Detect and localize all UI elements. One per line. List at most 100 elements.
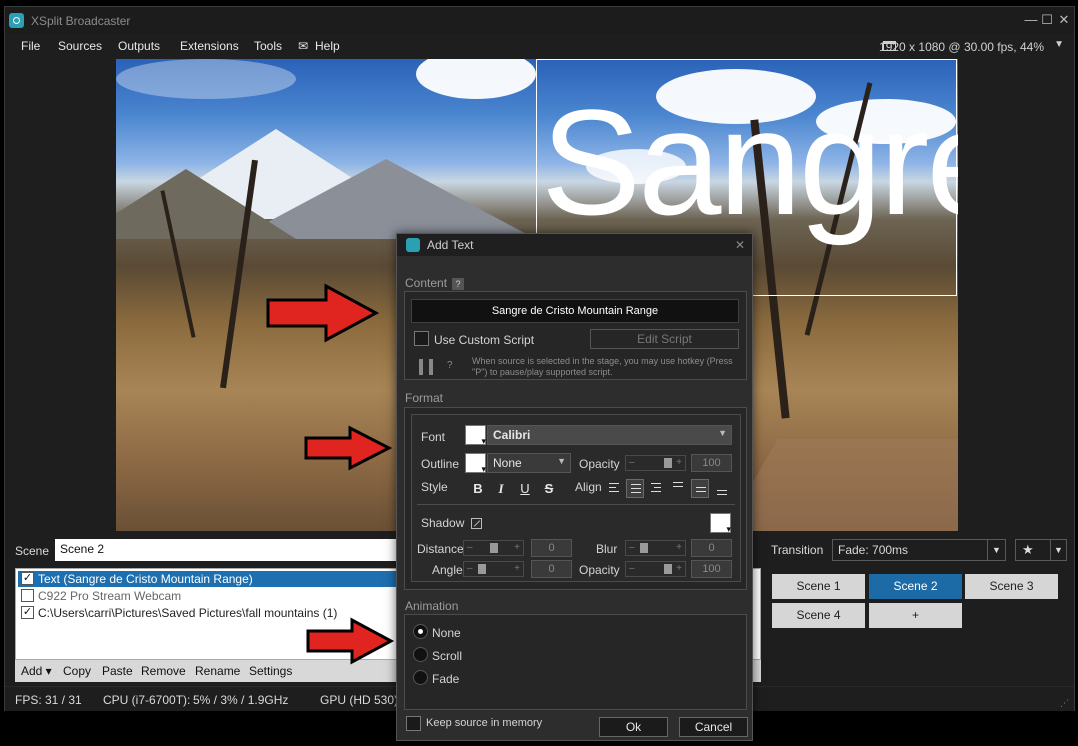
angle-slider[interactable]: – + [463,561,524,577]
source-visible-checkbox[interactable]: ✓ [21,606,34,619]
blur-label: Blur [596,542,618,556]
align-bottom-icon[interactable] [713,479,731,498]
shadow-opacity-value[interactable]: 100 [691,560,732,578]
title-bar[interactable]: XSplit Broadcaster — ☐ ✕ [5,7,1074,34]
outline-color-picker[interactable] [465,453,486,475]
angle-value[interactable]: 0 [531,560,572,578]
source-visible-checkbox[interactable] [21,589,34,602]
scene-name-field[interactable]: Scene 2 [55,539,397,561]
animation-scroll-radio[interactable] [413,647,428,662]
content-label: Content [405,276,448,290]
shadow-color-picker[interactable] [710,513,731,535]
shadow-opacity-slider[interactable]: – + [625,561,686,577]
chevron-down-icon: ▼ [1050,540,1066,560]
dialog-title: Add Text [427,238,474,252]
transition-value: Fade: 700ms [838,543,909,557]
align-left-icon[interactable] [605,479,623,498]
strikethrough-button[interactable]: S [540,480,558,498]
align-right-icon[interactable] [647,479,665,498]
red-arrow-animation [306,617,395,665]
font-value: Calibri [493,428,531,442]
pause-icon[interactable] [419,359,433,375]
animation-none-radio[interactable] [413,624,428,639]
help-icon[interactable]: ? [447,360,459,374]
close-icon[interactable]: ✕ [735,238,745,252]
blur-value[interactable]: 0 [691,539,732,557]
format-divider [417,504,735,505]
copy-button[interactable]: Copy [63,664,91,678]
font-select[interactable]: Calibri ▼ [487,425,732,445]
remove-button[interactable]: Remove [141,664,186,678]
animation-section-label: Animation [405,599,459,613]
resolution-readout[interactable]: 1920 x 1080 @ 30.00 fps, 44% [879,40,1044,54]
underline-button[interactable]: U [516,480,534,498]
bold-button[interactable]: B [469,480,487,498]
dialog-title-bar[interactable]: Add Text ✕ [397,234,752,256]
source-label: C922 Pro Stream Webcam [38,589,182,603]
format-section-label: Format [405,391,444,405]
rename-button[interactable]: Rename [195,664,240,678]
outline-label: Outline [421,457,460,471]
settings-button[interactable]: Settings [249,664,292,678]
opacity-slider[interactable]: – + [625,455,686,471]
help-icon[interactable]: ? [452,277,465,290]
source-row[interactable]: ✓ Text (Sangre de Cristo Mountain Range) [18,571,398,587]
resolution-dropdown-icon[interactable]: ▼ [1054,39,1064,50]
paste-button[interactable]: Paste [102,664,133,678]
minimize-button[interactable]: — [1024,12,1038,28]
animation-fade-radio[interactable] [413,670,428,685]
menu-sources[interactable]: Sources [58,39,102,53]
scene-button-1[interactable]: Scene 1 [772,574,865,599]
scene-button-4[interactable]: Scene 4 [772,603,865,628]
resize-grip-icon[interactable]: ⋰ [1060,698,1070,708]
add-scene-button[interactable]: + [869,603,962,628]
opacity-value[interactable]: 100 [691,454,732,472]
menu-extensions[interactable]: Extensions [180,39,239,53]
menu-file[interactable]: File [21,39,40,53]
align-label: Align [575,480,602,494]
distance-value[interactable]: 0 [531,539,572,557]
use-custom-script-label: Use Custom Script [434,333,535,347]
xsplit-logo-icon [9,13,24,28]
transition-select[interactable]: Fade: 700ms ▼ [832,539,1006,561]
align-middle-icon[interactable] [691,479,709,498]
distance-label: Distance [417,542,464,556]
edit-script-button[interactable]: Edit Script [590,329,739,349]
outline-select[interactable]: None ▼ [487,453,571,473]
content-text-input[interactable]: Sangre de Cristo Mountain Range [411,299,739,323]
script-hint: When source is selected in the stage, yo… [472,356,733,377]
shadow-checkbox[interactable] [471,518,482,529]
italic-button[interactable]: I [492,480,510,498]
source-label: C:\Users\carri\Pictures\Saved Pictures\f… [38,606,338,620]
style-label: Style [421,480,448,494]
scene-button-2[interactable]: Scene 2 [869,574,962,599]
chevron-down-icon: ▼ [718,428,727,438]
fps-label: FPS: [15,693,42,707]
add-source-button[interactable]: Add ▾ [21,664,52,678]
keep-source-label: Keep source in memory [426,717,543,729]
animation-fade-label: Fade [432,672,460,686]
distance-slider[interactable]: – + [463,540,524,556]
scene-button-3[interactable]: Scene 3 [965,574,1058,599]
ok-button[interactable]: Ok [599,717,668,737]
animation-none-label: None [432,626,461,640]
menu-help[interactable]: Help [315,39,340,53]
align-top-icon[interactable] [669,479,687,498]
source-label: Text (Sangre de Cristo Mountain Range) [38,572,253,586]
transition-effects-button[interactable]: ★ ▼ [1015,539,1067,561]
cancel-button[interactable]: Cancel [679,717,748,737]
menu-tools[interactable]: Tools [254,39,282,53]
align-center-icon[interactable] [626,479,644,498]
maximize-button[interactable]: ☐ [1040,12,1054,28]
gpu-label: GPU (HD 530): [320,693,402,707]
menu-outputs[interactable]: Outputs [118,39,160,53]
source-row[interactable]: C922 Pro Stream Webcam [18,588,398,604]
xsplit-logo-icon [406,238,420,252]
use-custom-script-checkbox[interactable] [414,331,429,346]
blur-slider[interactable]: – + [625,540,686,556]
close-button[interactable]: ✕ [1057,12,1071,28]
menu-help-icon: ✉ [298,39,309,53]
font-color-picker[interactable] [465,425,486,447]
keep-source-checkbox[interactable] [406,716,421,731]
source-visible-checkbox[interactable]: ✓ [21,572,34,585]
